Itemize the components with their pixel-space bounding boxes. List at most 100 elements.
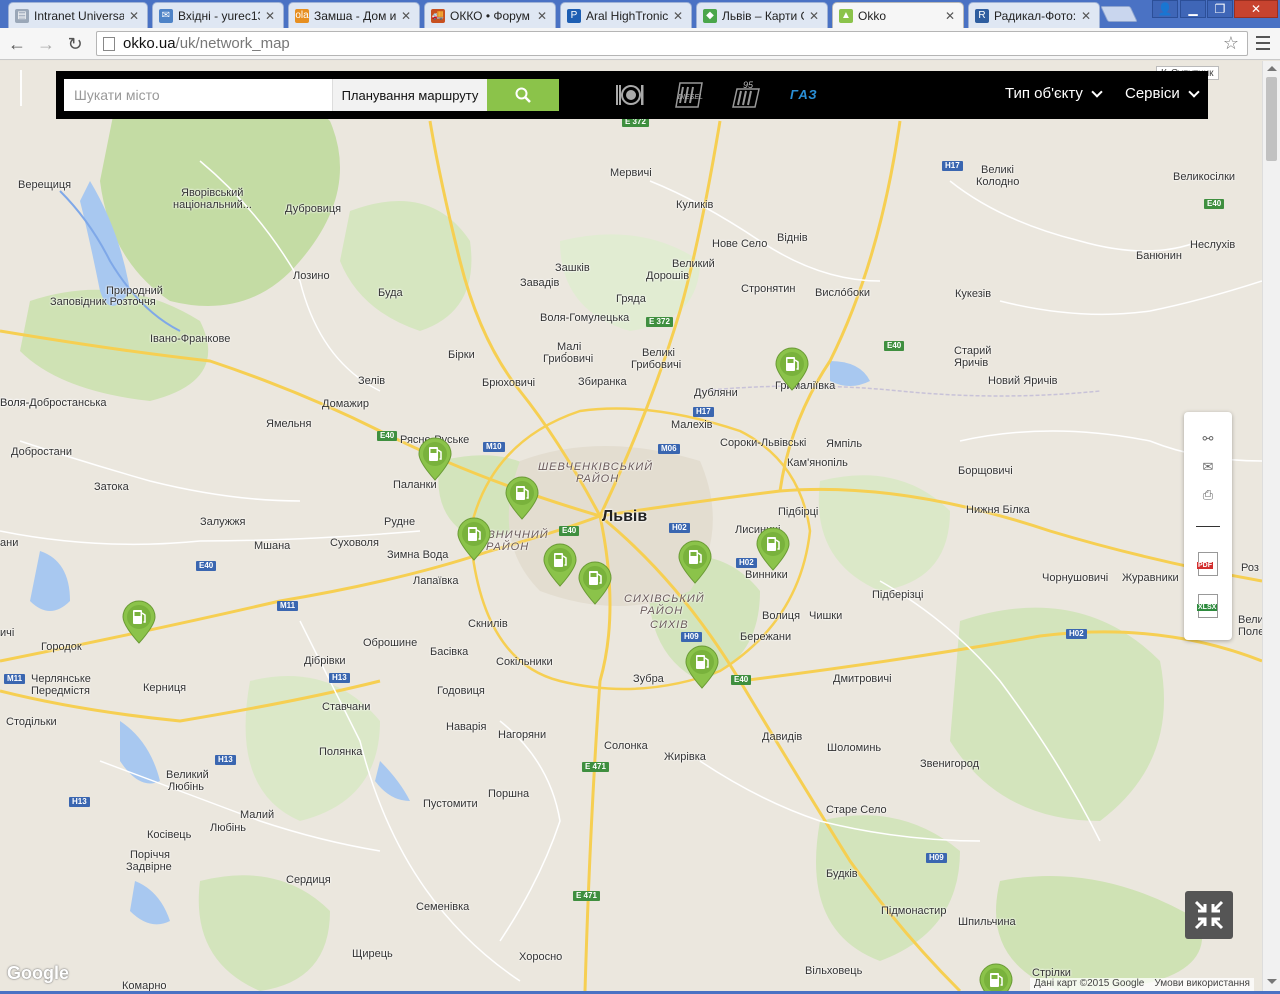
email-icon[interactable]: ✉ — [1198, 458, 1218, 476]
district-label: РАЙОН — [640, 605, 684, 617]
services-dropdown[interactable]: Сервіси — [1125, 85, 1200, 102]
browser-tab[interactable]: ola Замша - Дом и сад✕ — [288, 2, 420, 28]
tab-close-icon[interactable]: ✕ — [1079, 9, 1093, 23]
road-shield: E40 — [884, 341, 905, 351]
road-shield: E 471 — [573, 891, 600, 901]
map-canvas[interactable]: Верещиця Яворівський національний... Дубров… — [0, 61, 1262, 991]
new-tab-button[interactable] — [1100, 6, 1138, 22]
tab-close-icon[interactable]: ✕ — [399, 9, 413, 23]
map-place-label: Висло́боки — [815, 287, 871, 299]
map-place-label: Воля-Д — [0, 397, 37, 409]
tab-close-icon[interactable]: ✕ — [263, 9, 277, 23]
station-lysynychi-pin-icon[interactable] — [755, 527, 791, 571]
station-horodok-pin-icon[interactable] — [121, 600, 157, 644]
tab-favicon-icon: 🚚 — [431, 8, 445, 23]
station-strilky-pin-icon[interactable] — [978, 963, 1014, 991]
map-place-label: Суховоля — [330, 537, 379, 549]
fuel-95-filter-icon[interactable]: 95 — [728, 79, 764, 111]
map-tools-panel: ⚯ ✉ ⎙ PDF XLSX — [1184, 412, 1232, 640]
object-type-dropdown[interactable]: Тип об'єкту — [1005, 85, 1103, 102]
map-place-label: Нижня Білка — [966, 504, 1030, 516]
map-place-label: Мшана — [254, 540, 291, 552]
scroll-down-arrow-icon[interactable] — [1267, 979, 1277, 984]
minimize-button[interactable]: ▁ — [1180, 0, 1206, 18]
tab-favicon-icon: P — [567, 8, 581, 23]
tab-close-icon[interactable]: ✕ — [127, 9, 141, 23]
browser-tab-strip: ▤Intranet Universal✕✉Вхідні - yurec130✕o… — [0, 0, 1280, 28]
station-lviv-north-pin-icon[interactable] — [504, 476, 540, 520]
link-icon[interactable]: ⚯ — [1198, 430, 1218, 448]
restaurant-filter-icon[interactable] — [612, 79, 648, 111]
pdf-download-icon[interactable]: PDF — [1197, 552, 1218, 576]
browser-tab[interactable]: R Радикал-Фото: ✕ — [968, 2, 1100, 28]
back-arrow-icon[interactable]: ← — [5, 32, 29, 56]
page-scrollbar[interactable] — [1262, 61, 1280, 991]
map-place-label: Черлянське — [31, 673, 91, 685]
map-place-label: Грибовичі — [631, 359, 682, 371]
tab-title: Львів – Карти G — [722, 8, 804, 23]
print-icon[interactable]: ⎙ — [1198, 486, 1218, 504]
user-icon[interactable]: 👤 — [1152, 0, 1178, 18]
station-vynnyky-pin-icon[interactable] — [677, 540, 713, 584]
road-shield: E40 — [1204, 199, 1225, 209]
browser-tab[interactable]: 🚚 ОККО • Форум Л ✕ — [424, 2, 556, 28]
bookmark-star-icon[interactable]: ☆ — [1223, 33, 1239, 54]
gas-filter-label[interactable]: ГАЗ — [790, 87, 818, 102]
browser-tab[interactable]: ▲ Okko ✕ — [832, 2, 964, 28]
scroll-up-arrow-icon[interactable] — [1267, 66, 1277, 71]
map-place-label: Збиранка — [578, 376, 627, 388]
station-lviv-west-pin-icon[interactable] — [456, 517, 492, 561]
road-shield: H02 — [1066, 629, 1087, 639]
google-logo: Google — [7, 963, 69, 983]
browser-tab[interactable]: P Aral HighTronic S✕ — [560, 2, 692, 28]
scroll-thumb[interactable] — [1266, 77, 1277, 161]
map-place-label: Зимна Вода — [387, 549, 449, 561]
station-zubra-pin-icon[interactable] — [684, 645, 720, 689]
district-label: СИХІВ — [650, 619, 689, 631]
attribution-text: Дані карт ©2015 Google — [1034, 978, 1145, 989]
tab-title: ОККО • Форум Л — [450, 8, 532, 23]
map-place-label: Залужжя — [200, 516, 246, 528]
map-place-label: Комарно — [122, 980, 167, 991]
map-place-label: Чишки — [809, 610, 843, 622]
tab-close-icon[interactable]: ✕ — [807, 9, 821, 23]
chevron-down-icon — [1091, 85, 1103, 98]
map-place-label: Бережани — [740, 631, 792, 643]
okko-search-bar: Планування маршруту DIESEL 95 ГАЗ Тип об… — [56, 71, 1208, 119]
address-bar[interactable]: okko.ua/uk/network_map ☆ — [96, 31, 1248, 56]
browser-tab[interactable]: ▤ Intranet Universal ✕ — [8, 2, 148, 28]
map-place-label: Дмитровичі — [833, 673, 892, 685]
fullscreen-toggle-button[interactable] — [1185, 891, 1233, 939]
route-planning-button[interactable]: Планування маршруту — [332, 79, 487, 111]
browser-tab[interactable]: ◆ Львів – Карти G ✕ — [696, 2, 828, 28]
map-place-label: Добростани — [11, 446, 72, 458]
chrome-menu-icon[interactable] — [1254, 34, 1272, 52]
terms-link[interactable]: Умови використання — [1154, 978, 1250, 991]
tab-favicon-icon: R — [975, 8, 989, 23]
diesel-filter-icon[interactable]: DIESEL — [671, 79, 707, 111]
maximize-button[interactable]: ❐ — [1207, 0, 1233, 18]
search-button[interactable] — [487, 79, 559, 111]
map-place-label: Оброшине — [363, 637, 418, 649]
tab-close-icon[interactable]: ✕ — [671, 9, 685, 23]
close-window-button[interactable]: ✕ — [1234, 0, 1278, 18]
map-place-label: Поріччя — [130, 849, 171, 861]
map-place-label: Дубровиця — [285, 203, 342, 215]
reload-icon[interactable]: ↻ — [63, 32, 87, 56]
station-hrymaliivka-pin-icon[interactable] — [774, 347, 810, 391]
map-place-label: Стодільки — [6, 716, 57, 728]
map-place-label: Городок — [41, 641, 82, 653]
station-lviv-center-pin-icon[interactable] — [542, 543, 578, 587]
tab-close-icon[interactable]: ✕ — [943, 9, 957, 23]
xlsx-download-icon[interactable]: XLSX — [1197, 594, 1218, 618]
map-place-label: ани — [0, 537, 19, 549]
map-place-label: Бірки — [448, 349, 475, 361]
city-search-input[interactable] — [64, 79, 332, 111]
station-ryasne-pin-icon[interactable] — [417, 437, 453, 481]
map-place-label: Яричів — [954, 357, 989, 369]
map-place-label: Наварія — [446, 721, 487, 733]
station-sykhiv-pin-icon[interactable] — [577, 561, 613, 605]
tab-close-icon[interactable]: ✕ — [535, 9, 549, 23]
browser-tab[interactable]: ✉ Вхідні - yurec130✕ — [152, 2, 284, 28]
forward-arrow-icon[interactable]: → — [34, 32, 58, 56]
